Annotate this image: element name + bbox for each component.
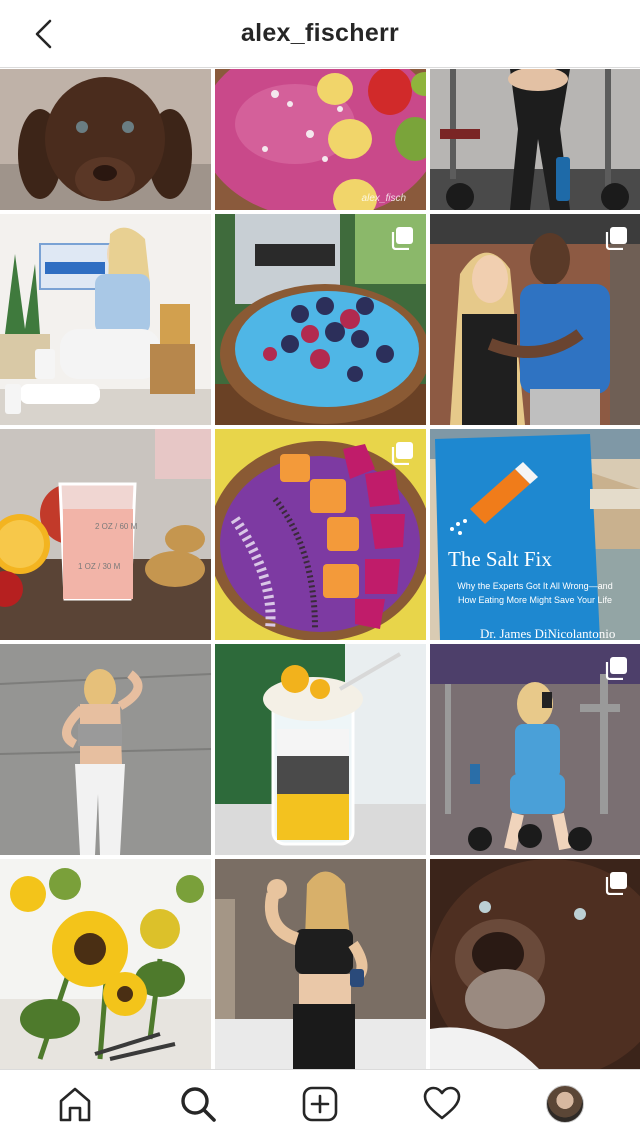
post-tile-dog-closeup[interactable] — [430, 859, 640, 1069]
post-tile-isolate[interactable] — [0, 214, 211, 425]
woman-pose-photo — [0, 644, 211, 855]
book-title: The Salt Fix — [448, 547, 552, 571]
multiple-photos-icon — [391, 227, 413, 250]
post-tile-gym[interactable] — [430, 69, 640, 210]
multiple-photos-icon — [605, 227, 627, 250]
nav-profile[interactable] — [533, 1072, 597, 1136]
isolate-product-photo — [0, 214, 211, 425]
post-tile-woman-pose[interactable] — [0, 644, 211, 855]
chevron-left-icon — [35, 19, 52, 49]
juice-shot-photo: 2 OZ / 60 M 1 OZ / 30 M — [0, 429, 211, 640]
post-tile-woman-flex[interactable] — [215, 859, 426, 1069]
gym-photo — [430, 69, 640, 210]
post-tile-puppy[interactable] — [0, 69, 211, 210]
sunflowers-photo — [0, 859, 211, 1069]
bottom-navigation — [0, 1069, 640, 1138]
profile-avatar — [545, 1085, 584, 1123]
nav-home[interactable] — [43, 1072, 107, 1136]
search-icon — [180, 1087, 216, 1122]
nav-new-post[interactable] — [288, 1072, 352, 1136]
posts-grid: alex_fisch 2 OZ / 60 M 1 OZ / 30 M The S… — [0, 69, 640, 1069]
post-tile-parfait[interactable] — [215, 644, 426, 855]
add-post-icon — [302, 1086, 338, 1122]
profile-username-title: alex_fischerr — [240, 19, 400, 47]
glass-marking-top: 2 OZ / 60 M — [95, 522, 138, 531]
post-tile-salt-fix-book[interactable]: The Salt Fix Why the Experts Got It All … — [430, 429, 640, 640]
puppy-photo — [0, 69, 211, 210]
post-tile-blue-bowl[interactable] — [215, 214, 426, 425]
post-tile-couple[interactable] — [430, 214, 640, 425]
nav-activity[interactable] — [410, 1072, 474, 1136]
multiple-photos-icon — [605, 657, 627, 680]
photo-watermark: alex_fisch — [361, 193, 406, 204]
post-tile-sunflowers[interactable] — [0, 859, 211, 1069]
post-tile-gym-selfie[interactable] — [430, 644, 640, 855]
multiple-photos-icon — [605, 872, 627, 895]
top-bar: alex_fischerr — [0, 0, 640, 68]
nav-search[interactable] — [166, 1072, 230, 1136]
parfait-photo — [215, 644, 426, 855]
post-tile-smoothie-bowl[interactable]: alex_fisch — [215, 69, 426, 210]
multiple-photos-icon — [391, 442, 413, 465]
back-button[interactable] — [22, 14, 66, 54]
post-tile-juice-shot[interactable]: 2 OZ / 60 M 1 OZ / 30 M — [0, 429, 211, 640]
book-subtitle: Why the Experts Got It All Wrong—and How… — [457, 581, 613, 605]
post-tile-acai-bowl[interactable] — [215, 429, 426, 640]
woman-flex-photo — [215, 859, 426, 1069]
home-icon — [59, 1087, 91, 1122]
book-author: Dr. James DiNicolantonio — [480, 626, 616, 640]
glass-marking-bottom: 1 OZ / 30 M — [78, 562, 121, 571]
smoothie-bowl-photo — [215, 69, 426, 210]
heart-icon — [424, 1086, 461, 1120]
book-photo — [430, 429, 640, 640]
